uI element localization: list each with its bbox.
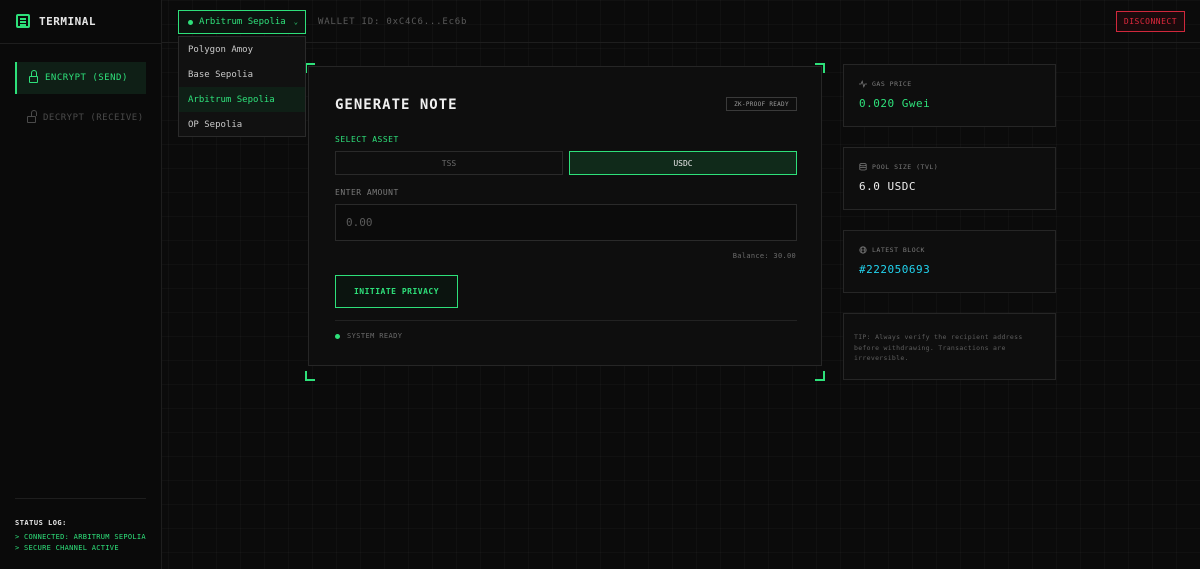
amount-input[interactable] [335, 204, 797, 241]
system-status-dot [335, 333, 340, 339]
nav-encrypt-send[interactable]: ENCRYPT (SEND) [15, 62, 146, 94]
card-title: GENERATE NOTE [335, 97, 458, 113]
sidebar-divider [0, 43, 162, 44]
gas-price-label: GAS PRICE [872, 80, 912, 88]
balance-text: Balance: 30.00 [732, 252, 796, 260]
initiate-privacy-button[interactable]: INITIATE PRIVACY [335, 275, 458, 308]
terminal-icon [16, 14, 30, 28]
database-icon [859, 163, 867, 171]
card-divider [335, 320, 797, 321]
chevron-down-icon: ⌄ [293, 18, 298, 26]
network-option-arbitrum-sepolia[interactable]: Arbitrum Sepolia [179, 87, 305, 112]
latest-block-panel: LATEST BLOCK #222050693 [843, 230, 1056, 293]
wallet-id: WALLET ID: 0xC4C6...Ec6b [318, 17, 468, 27]
network-option-base-sepolia[interactable]: Base Sepolia [179, 62, 305, 87]
asset-option-usdc[interactable]: USDC [569, 151, 797, 175]
network-select[interactable]: Arbitrum Sepolia ⌄ [178, 10, 306, 34]
gas-price-panel: GAS PRICE 0.020 Gwei [843, 64, 1056, 127]
nav-decrypt-label: DECRYPT (RECEIVE) [43, 113, 144, 123]
nav-decrypt-receive[interactable]: DECRYPT (RECEIVE) [15, 102, 146, 134]
gas-price-value: 0.020 Gwei [859, 97, 931, 110]
pool-size-label: POOL SIZE (TVL) [872, 163, 939, 171]
network-dropdown: Polygon Amoy Base Sepolia Arbitrum Sepol… [178, 36, 306, 137]
latest-block-label-row: LATEST BLOCK [859, 246, 925, 254]
network-status-dot [188, 19, 193, 25]
enter-amount-label: ENTER AMOUNT [335, 188, 399, 197]
network-selected-label: Arbitrum Sepolia [199, 17, 286, 27]
system-status-text: SYSTEM READY [347, 332, 403, 340]
zk-proof-badge: ZK-PROOF READY [726, 97, 797, 111]
top-bar: Arbitrum Sepolia ⌄ WALLET ID: 0xC4C6...E… [162, 0, 1200, 43]
nav-encrypt-label: ENCRYPT (SEND) [45, 73, 128, 83]
tip-panel: TIP: Always verify the recipient address… [843, 313, 1056, 380]
status-log-line: > SECURE CHANNEL ACTIVE [15, 544, 119, 552]
asset-option-tss[interactable]: TSS [335, 151, 563, 175]
network-option-op-sepolia[interactable]: OP Sepolia [179, 112, 305, 137]
disconnect-button[interactable]: DISCONNECT [1116, 11, 1185, 32]
unlock-icon [27, 109, 37, 123]
brand[interactable]: TERMINAL [16, 14, 96, 28]
select-asset-label: SELECT ASSET [335, 135, 399, 144]
app-root: TERMINAL ENCRYPT (SEND) DECRYPT (RECEIVE… [0, 0, 1200, 569]
system-status: SYSTEM READY [335, 332, 402, 340]
activity-icon [859, 80, 867, 88]
status-log: STATUS LOG: > CONNECTED: ARBITRUM SEPOLI… [15, 498, 146, 554]
gas-price-label-row: GAS PRICE [859, 80, 912, 88]
lock-icon [29, 69, 38, 83]
latest-block-value[interactable]: #222050693 [859, 263, 930, 276]
sidebar: TERMINAL ENCRYPT (SEND) DECRYPT (RECEIVE… [0, 0, 162, 569]
generate-note-card: GENERATE NOTE ZK-PROOF READY SELECT ASSE… [308, 66, 822, 366]
status-log-title: STATUS LOG: [15, 519, 67, 527]
pool-size-panel: POOL SIZE (TVL) 6.0 USDC [843, 147, 1056, 210]
status-log-line: > CONNECTED: ARBITRUM SEPOLIA [15, 533, 146, 541]
network-option-polygon-amoy[interactable]: Polygon Amoy [179, 37, 305, 62]
globe-icon [859, 246, 867, 254]
corner-bracket [305, 371, 315, 381]
brand-title: TERMINAL [39, 14, 96, 28]
pool-size-label-row: POOL SIZE (TVL) [859, 163, 938, 171]
pool-size-value: 6.0 USDC [859, 180, 916, 193]
latest-block-label: LATEST BLOCK [872, 246, 925, 254]
corner-bracket [815, 371, 825, 381]
